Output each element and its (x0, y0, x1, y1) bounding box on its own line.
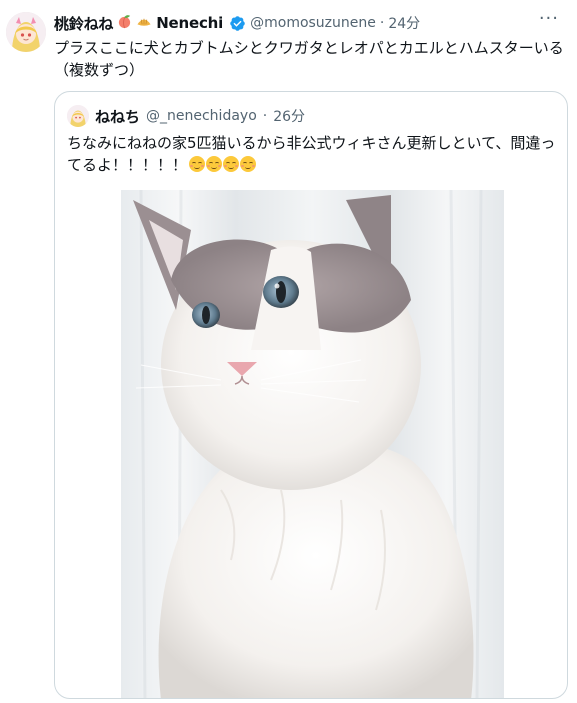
smiling-face-emoji-row (189, 156, 257, 174)
author-handle[interactable]: @momosuzunene (250, 15, 376, 31)
tweet-timestamp[interactable]: 24分 (388, 13, 420, 33)
author-name-suffix[interactable]: Nenechi (156, 14, 223, 32)
quoted-tweet-text-body: ちなみにねねの家5匹猫いるから非公式ウィキさん更新しといて、間違ってるよ！！！！… (67, 134, 556, 174)
relieved-face-icon (206, 156, 223, 172)
relieved-face-icon (223, 156, 240, 172)
tweet-header: 桃鈴ねね Nenechi @momosuzunene · 24分 ··· (54, 10, 559, 34)
tweet-text: プラスここに犬とカブトムシとクワガタとレオパとカエルとハムスターいる（複数ずつ） (54, 39, 564, 79)
cat-photo[interactable] (121, 190, 504, 698)
more-options-icon[interactable]: ··· (539, 10, 559, 28)
separator-dot: · (379, 15, 385, 31)
separator-dot: · (262, 108, 268, 124)
bread-emoji (136, 14, 152, 32)
relieved-face-icon (189, 156, 206, 172)
tweet[interactable]: 桃鈴ねね Nenechi @momosuzunene · 24分 ··· プラス… (0, 0, 577, 703)
author-display-name[interactable]: 桃鈴ねね (54, 13, 113, 34)
quoted-tweet-text: ちなみにねねの家5匹猫いるから非公式ウィキさん更新しといて、間違ってるよ！！！！… (67, 132, 557, 176)
peach-emoji (117, 14, 132, 32)
quoted-author-avatar[interactable] (67, 105, 89, 127)
quoted-author-handle[interactable]: @_nenechidayo (146, 108, 257, 124)
quoted-tweet-timestamp[interactable]: 26分 (273, 106, 305, 126)
quoted-tweet-card[interactable]: ねねち @_nenechidayo · 26分 ちなみにねねの家5匹猫いるから非… (54, 91, 568, 699)
relieved-face-icon (240, 156, 257, 172)
author-avatar[interactable] (6, 12, 46, 52)
verified-badge-icon (229, 15, 246, 32)
quoted-author-display-name[interactable]: ねねち (95, 106, 140, 127)
quoted-tweet-header: ねねち @_nenechidayo · 26分 (67, 104, 305, 128)
